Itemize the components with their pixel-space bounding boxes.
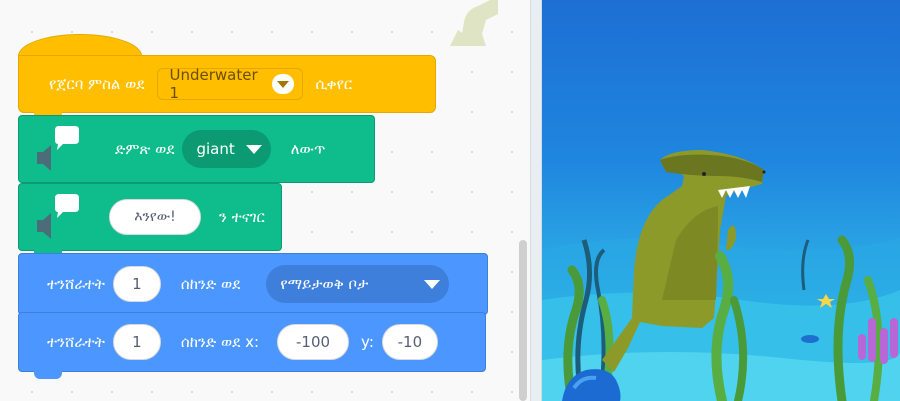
workspace-scrollbar-thumb[interactable]: [519, 240, 527, 401]
say-message-input[interactable]: እንየው!: [109, 199, 201, 235]
backdrop-dropdown-value: Underwater 1: [169, 66, 258, 102]
speaker-icon: [33, 126, 83, 172]
say-block-suffix: ን ተናገር: [219, 208, 265, 226]
sound-effect-prefix: ድምጽ ወደ: [115, 140, 175, 158]
chevron-down-icon: [245, 144, 262, 154]
glide-xy-prefix: ተንሸራተት: [47, 333, 105, 351]
chevron-down-icon: [271, 74, 294, 94]
looks-block-suffix: ሲቀየር: [315, 75, 353, 93]
glide-target-value: የማይታወቅ ቦታ: [280, 275, 369, 293]
motion-block-notch: [34, 371, 62, 379]
y-label: y:: [361, 333, 374, 351]
backdrop-dropdown[interactable]: Underwater 1: [156, 66, 303, 102]
sound-effect-dropdown[interactable]: giant: [182, 130, 271, 168]
glide-to-position-block[interactable]: ተንሸራተት 1 ሰከንድ ወደ የማይታወቅ ቦታ: [18, 253, 488, 315]
y-value-input[interactable]: -10: [381, 324, 438, 360]
glide-seconds-input[interactable]: 1: [112, 266, 161, 302]
chevron-down-icon: [424, 279, 441, 289]
glide-target-dropdown[interactable]: የማይታወቅ ቦታ: [266, 265, 450, 303]
glide-to-xy-block[interactable]: ተንሸራተት 1 ሰከንድ ወደ x: -100 y: -10: [18, 312, 486, 372]
glide-prefix: ተንሸራተት: [47, 275, 105, 293]
underwater-backdrop: [542, 150, 900, 401]
sound-effect-value: giant: [196, 140, 235, 158]
glide-xy-middle: ሰከንድ ወደ x:: [180, 333, 260, 351]
when-backdrop-switches-block[interactable]: የጀርባ ምስል ወደ Underwater 1 ሲቀየር: [18, 55, 436, 113]
dragged-sprite-ghost: [450, 0, 498, 46]
say-block[interactable]: እንየው! ን ተናገር: [18, 183, 282, 251]
x-value-input[interactable]: -100: [277, 324, 350, 360]
speech-bubble-icon: [33, 194, 83, 240]
sound-effect-suffix: ለውጥ: [290, 140, 326, 158]
stage[interactable]: [542, 0, 900, 401]
workspace-stage-divider: [530, 0, 542, 401]
glide-middle: ሰከንድ ወደ: [180, 275, 241, 293]
looks-block-prefix: የጀርባ ምስል ወደ: [49, 75, 145, 93]
glide-xy-seconds-input[interactable]: 1: [112, 324, 161, 360]
set-sound-effect-block[interactable]: ድምጽ ወደ giant ለውጥ: [18, 115, 375, 183]
